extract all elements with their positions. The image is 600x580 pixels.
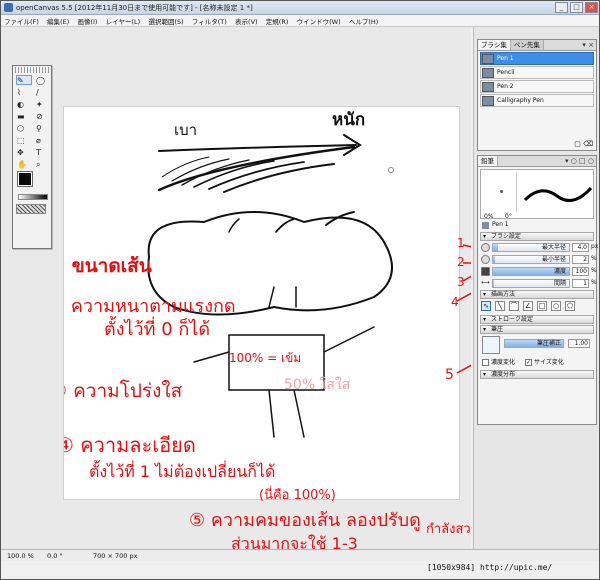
density-slider[interactable]: 濃度	[492, 267, 570, 276]
density-row: 濃度 100 %	[480, 266, 597, 277]
pressure-options: 濃度変化 ✓ サイズ変化	[482, 358, 592, 369]
calligraphy-pen-icon	[482, 96, 494, 106]
status-bar: 100.0 % 0.0 ° 700 × 700 px	[1, 549, 599, 561]
straight-line-icon[interactable]: ╲	[495, 301, 505, 311]
pen-icon	[482, 222, 489, 229]
drawing-method-header[interactable]: 描画方法	[480, 290, 594, 299]
density-distribution-header[interactable]: 濃度分布	[480, 370, 594, 379]
outer-annotations: ⑤ ความคมของเส้น ลองปรับดู ส่วนมากจะใช้ 1…	[189, 236, 471, 549]
polygon-icon[interactable]: ⬠	[565, 301, 575, 311]
pencil-icon	[482, 68, 494, 78]
spacing-icon: ⟷	[481, 279, 490, 286]
note-5b: ส่วนมากจะใช้ 1-3	[231, 534, 358, 549]
brush-item-calligraphy[interactable]: Calligraphy Pen	[480, 94, 594, 107]
side-number-5: 5	[445, 367, 454, 383]
density-icon	[481, 267, 490, 276]
note-5c: กำลังสวย	[426, 522, 471, 537]
spacing-row: ⟷ 間隔 1 %	[481, 279, 597, 288]
pressure-header[interactable]: 筆圧	[480, 325, 594, 334]
drawing-method-buttons: ∿ ╲ ⌒ ∠ □ ○ ⬠	[481, 301, 593, 313]
brush-item-pen-1[interactable]: Pen 1	[480, 52, 594, 65]
pressure-correction-slider[interactable]: 筆圧補正	[504, 339, 564, 348]
density-change-checkbox[interactable]	[482, 359, 489, 366]
pressure-row: 筆圧補正 1.00	[480, 335, 594, 357]
freehand-icon[interactable]: ∿	[481, 301, 491, 311]
brush-preview: 0% 0°	[480, 169, 594, 220]
ellipse-icon[interactable]: ○	[551, 301, 561, 311]
note-5: ⑤ ความคมของเส้น ลองปรับดู	[189, 510, 421, 531]
density-input[interactable]: 100	[572, 267, 589, 276]
radius-icon	[481, 255, 490, 264]
pressure-correction-input[interactable]: 1.00	[568, 339, 590, 348]
max-radius-input[interactable]: 4.0	[572, 243, 589, 252]
spacing-input[interactable]: 1	[572, 279, 589, 288]
pen-icon	[482, 54, 494, 64]
stroke-settings-header[interactable]: ストローク設定	[480, 315, 594, 324]
min-radius-row: 最小半径 2 %	[480, 254, 597, 265]
tab-pencil[interactable]: 鉛筆	[478, 156, 498, 166]
zoom-level: 100.0 %	[7, 552, 34, 560]
tab-pen-tip-set[interactable]: ペン先集	[510, 40, 544, 50]
canvas-size: 700 × 700 px	[93, 552, 138, 560]
brush-settings-header[interactable]: ブラシ設定	[480, 232, 594, 241]
max-radius-row: 最大半径 4.0 px	[480, 242, 598, 253]
brush-item-pen-2[interactable]: Pen 2	[480, 80, 594, 93]
tab-brush-set[interactable]: ブラシ集	[478, 40, 511, 50]
maximize-button[interactable]: □	[570, 2, 583, 13]
rotation-angle: 0.0 °	[47, 552, 63, 560]
tip-preview: 0% 0°	[483, 172, 517, 220]
brush-item-pencil[interactable]: Pencil	[480, 66, 594, 79]
stroke-preview	[523, 186, 593, 202]
brush-set-panel: ブラシ集 ペン先集 ▾ × Pen 1 Pencil Pen 2 Calligra…	[477, 39, 597, 151]
close-button[interactable]: ×	[585, 2, 598, 13]
pen-settings-panel: 鉛筆 ▾ ○ □ ○ 0% 0° Pen 1 ブラシ設定 最大半	[477, 155, 598, 425]
min-radius-input[interactable]: 2	[572, 255, 589, 264]
side-number-4: 4	[451, 295, 459, 309]
size-change-checkbox[interactable]: ✓	[524, 359, 532, 366]
right-dock: ブラシ集 ペン先集 ▾ × Pen 1 Pencil Pen 2 Calligra…	[473, 27, 599, 549]
max-radius-slider[interactable]: 最大半径	[492, 243, 570, 252]
panel-menu-icon[interactable]: ▾ ×	[582, 41, 594, 49]
side-number-1: 1	[457, 236, 465, 250]
new-brush-icon[interactable]: ▢ ⌫	[574, 140, 593, 148]
app-window: openCanvas 5.5 [2012年11月30日まで使用可能です] - […	[0, 0, 600, 580]
current-brush-row: Pen 1	[480, 221, 594, 231]
side-number-3: 3	[457, 275, 465, 289]
image-host-watermark: [1050x984] http://upic.me/	[427, 563, 553, 572]
panel-buttons-icon[interactable]: ▾ ○ □ ○	[565, 157, 594, 165]
rectangle-icon[interactable]: □	[537, 301, 547, 311]
spacing-slider[interactable]: 間隔	[492, 279, 570, 288]
minimize-button[interactable]: _	[555, 2, 568, 13]
curve-icon[interactable]: ⌒	[509, 301, 519, 311]
radius-icon	[481, 243, 490, 252]
pen-icon	[482, 82, 494, 92]
min-radius-slider[interactable]: 最小半径	[492, 255, 570, 264]
polyline-icon[interactable]: ∠	[523, 301, 533, 311]
pressure-curve-icon[interactable]	[482, 336, 500, 354]
side-number-2: 2	[457, 255, 465, 269]
